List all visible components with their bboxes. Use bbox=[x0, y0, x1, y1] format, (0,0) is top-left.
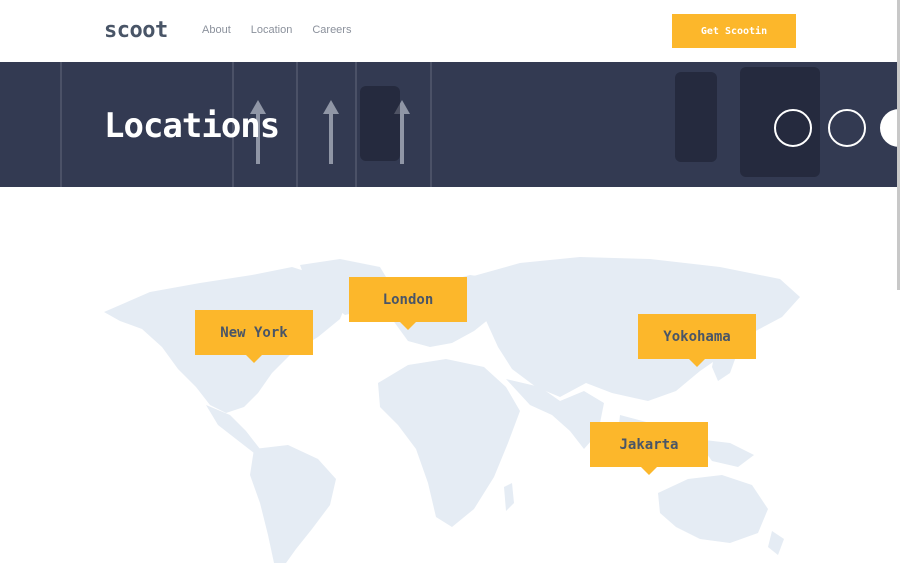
car-shape bbox=[360, 86, 400, 161]
page-title: Locations bbox=[104, 106, 280, 146]
road-line bbox=[296, 62, 298, 187]
road-line bbox=[355, 62, 357, 187]
circle-decoration-icon bbox=[774, 109, 812, 147]
road-arrow-icon bbox=[323, 100, 339, 114]
circle-decoration-icon bbox=[828, 109, 866, 147]
car-shape bbox=[675, 72, 717, 162]
location-pin-yokohama[interactable]: Yokohama bbox=[638, 314, 756, 367]
scoot-logo[interactable]: scoot bbox=[104, 18, 168, 43]
road-arrow-shaft bbox=[329, 114, 333, 164]
hero-banner: Locations bbox=[0, 62, 900, 187]
nav-link-location[interactable]: Location bbox=[251, 24, 293, 36]
site-header: scoot About Location Careers Get Scootin bbox=[0, 0, 900, 62]
road-line bbox=[430, 62, 432, 187]
road-arrow-shaft bbox=[400, 114, 404, 164]
world-map-icon bbox=[104, 257, 800, 563]
location-pin-london[interactable]: London bbox=[349, 277, 467, 330]
location-pin-new-york[interactable]: New York bbox=[195, 310, 313, 363]
location-pin-jakarta[interactable]: Jakarta bbox=[590, 422, 708, 475]
nav-link-about[interactable]: About bbox=[202, 24, 231, 36]
world-map: New York London Yokohama Jakarta bbox=[0, 187, 900, 563]
road-line bbox=[60, 62, 62, 187]
main-nav: About Location Careers bbox=[202, 24, 351, 36]
get-scootin-button[interactable]: Get Scootin bbox=[672, 14, 796, 48]
nav-link-careers[interactable]: Careers bbox=[312, 24, 351, 36]
